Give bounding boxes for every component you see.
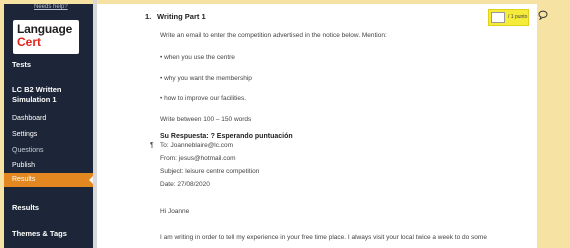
answer-date: Date: 27/08/2020 [160,181,210,188]
answer-subject: Subject: leisure centre competition [160,168,260,175]
points-label: / 1 punto [508,14,528,20]
instruction-text: Write an email to enter the competition … [160,32,387,39]
sidebar-scrollbar[interactable] [93,0,97,248]
nav-dashboard[interactable]: Dashboard [4,115,93,122]
nav-results-active[interactable]: Results [4,173,93,187]
bullet-how: • how to improve our facilities. [160,95,247,102]
right-margin [537,4,570,248]
comment-icon[interactable] [538,10,548,20]
word-count-text: Write between 100 – 150 words [160,116,252,123]
question-title: Writing Part 1 [157,12,206,21]
sidebar: Needs help? Language Cert Tests LC B2 Wr… [4,4,93,248]
nav-results-label: Results [12,176,36,183]
course-title[interactable]: LC B2 Written Simulation 1 [4,85,84,105]
pilcrow-icon: ¶ [150,142,154,149]
answer-to: To: Joanneblaire@lc.com [160,142,234,149]
question-number: 1. [145,12,152,21]
help-link[interactable]: Needs help? [34,4,68,10]
nav-publish[interactable]: Publish [4,162,93,169]
answer-greeting: Hi Joanne [160,208,190,215]
nav-themes-tags[interactable]: Themes & Tags [4,229,93,238]
languagecert-logo[interactable]: Language Cert [13,20,79,54]
bullet-why: • why you want the membership [160,75,252,82]
answer-from: From: jesus@hotmail.com [160,155,236,162]
answer-header: Su Respuesta: ? Esperando puntuación [160,133,293,140]
points-box: / 1 punto [488,9,529,26]
logo-text-cert: Cert [17,35,42,49]
nav-tests[interactable]: Tests [4,60,93,69]
section-results[interactable]: Results [4,203,93,212]
points-input[interactable] [491,12,505,23]
nav-settings[interactable]: Settings [4,131,93,138]
answer-body: I am writing in order to tell my experie… [160,234,487,241]
nav-questions[interactable]: Questions [4,147,93,154]
bullet-when: • when you use the centre [160,54,235,61]
